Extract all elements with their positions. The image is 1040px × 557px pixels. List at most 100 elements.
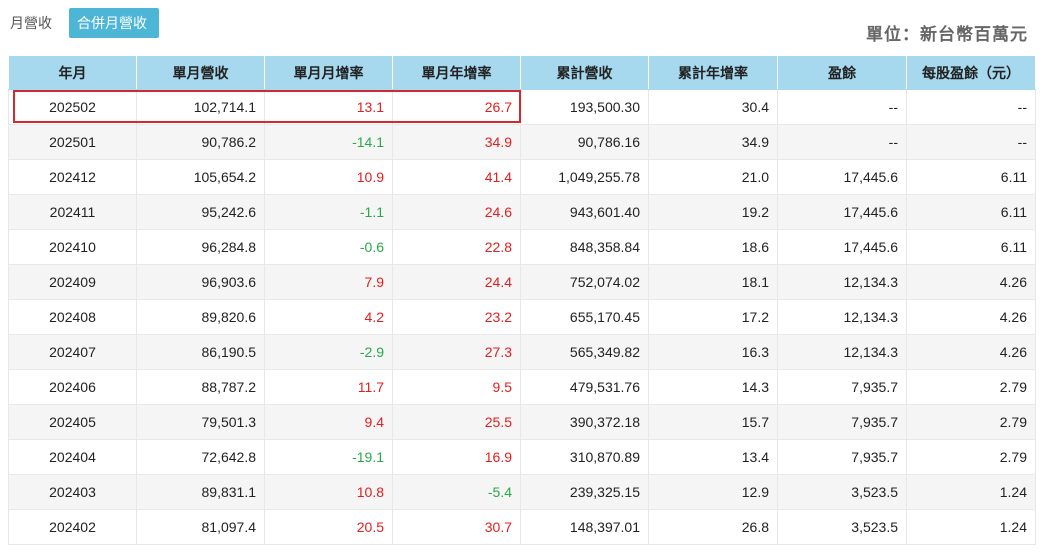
cell-yoy-growth: 23.2 bbox=[392, 299, 521, 335]
table-row: 202410 96,284.8 -0.6 22.8 848,358.84 18.6 17,4… bbox=[8, 229, 1036, 265]
cell-cumulative-revenue: 90,786.16 bbox=[520, 124, 649, 160]
cell-cumulative-yoy: 21.0 bbox=[648, 159, 778, 195]
cell-earnings: 17,445.6 bbox=[777, 194, 907, 230]
cell-earnings: 17,445.6 bbox=[777, 229, 907, 265]
cell-earnings: 12,134.3 bbox=[777, 264, 907, 300]
cell-eps: 6.11 bbox=[906, 194, 1036, 230]
cell-cumulative-revenue: 655,170.45 bbox=[520, 299, 649, 335]
col-header-mom-growth[interactable]: 單月月增率 bbox=[264, 55, 393, 90]
cell-cumulative-yoy: 13.4 bbox=[648, 439, 778, 475]
cell-cumulative-revenue: 310,870.89 bbox=[520, 439, 649, 475]
cell-year-month: 202403 bbox=[8, 474, 137, 510]
cell-mom-growth: -0.6 bbox=[264, 229, 393, 265]
col-header-monthly-revenue[interactable]: 單月營收 bbox=[136, 55, 265, 90]
cell-year-month: 202410 bbox=[8, 229, 137, 265]
cell-year-month: 202501 bbox=[8, 124, 137, 160]
cell-eps: -- bbox=[906, 89, 1036, 125]
cell-eps: 4.26 bbox=[906, 334, 1036, 370]
cell-earnings: 12,134.3 bbox=[777, 299, 907, 335]
table-row: 202412 105,654.2 10.9 41.4 1,049,255.78 21.0 1… bbox=[8, 159, 1036, 195]
cell-monthly-revenue: 81,097.4 bbox=[136, 509, 265, 545]
cell-cumulative-revenue: 239,325.15 bbox=[520, 474, 649, 510]
cell-monthly-revenue: 105,654.2 bbox=[136, 159, 265, 195]
cell-eps: 2.79 bbox=[906, 439, 1036, 475]
cell-yoy-growth: 41.4 bbox=[392, 159, 521, 195]
table-body: 202502 102,714.1 13.1 26.7 193,500.30 30.4 -- -… bbox=[8, 89, 1036, 545]
cell-cumulative-yoy: 12.9 bbox=[648, 474, 778, 510]
cell-earnings: 3,523.5 bbox=[777, 474, 907, 510]
cell-monthly-revenue: 88,787.2 bbox=[136, 369, 265, 405]
cell-monthly-revenue: 89,831.1 bbox=[136, 474, 265, 510]
cell-yoy-growth: 9.5 bbox=[392, 369, 521, 405]
table-row: 202403 89,831.1 10.8 -5.4 239,325.15 12.9 3,52… bbox=[8, 474, 1036, 510]
cell-earnings: 7,935.7 bbox=[777, 369, 907, 405]
table-row: 202409 96,903.6 7.9 24.4 752,074.02 18.1 12,13… bbox=[8, 264, 1036, 300]
table-row: 202408 89,820.6 4.2 23.2 655,170.45 17.2 12,13… bbox=[8, 299, 1036, 335]
unit-label: 單位：新台幣百萬元 bbox=[866, 25, 1028, 44]
cell-cumulative-yoy: 34.9 bbox=[648, 124, 778, 160]
cell-mom-growth: 10.8 bbox=[264, 474, 393, 510]
cell-eps: 6.11 bbox=[906, 229, 1036, 265]
table-row: 202411 95,242.6 -1.1 24.6 943,601.40 19.2 17,4… bbox=[8, 194, 1036, 230]
cell-mom-growth: -2.9 bbox=[264, 334, 393, 370]
cell-year-month: 202406 bbox=[8, 369, 137, 405]
cell-year-month: 202408 bbox=[8, 299, 137, 335]
cell-eps: 6.11 bbox=[906, 159, 1036, 195]
cell-yoy-growth: -5.4 bbox=[392, 474, 521, 510]
cell-year-month: 202411 bbox=[8, 194, 137, 230]
cell-earnings: -- bbox=[777, 124, 907, 160]
cell-yoy-growth: 22.8 bbox=[392, 229, 521, 265]
table-row: 202502 102,714.1 13.1 26.7 193,500.30 30.4 -- -… bbox=[8, 89, 1036, 125]
cell-eps: 2.79 bbox=[906, 404, 1036, 440]
col-header-eps[interactable]: 每股盈餘（元） bbox=[906, 55, 1036, 90]
cell-monthly-revenue: 79,501.3 bbox=[136, 404, 265, 440]
cell-year-month: 202404 bbox=[8, 439, 137, 475]
col-header-cumulative-revenue[interactable]: 累計營收 bbox=[520, 55, 649, 90]
cell-yoy-growth: 27.3 bbox=[392, 334, 521, 370]
cell-eps: 2.79 bbox=[906, 369, 1036, 405]
tab-monthly-revenue[interactable]: 月營收 bbox=[2, 8, 66, 38]
col-header-earnings[interactable]: 盈餘 bbox=[777, 55, 907, 90]
cell-eps: 4.26 bbox=[906, 299, 1036, 335]
cell-cumulative-yoy: 18.6 bbox=[648, 229, 778, 265]
cell-year-month: 202402 bbox=[8, 509, 137, 545]
col-header-year-month[interactable]: 年月 bbox=[8, 55, 137, 90]
cell-monthly-revenue: 96,903.6 bbox=[136, 264, 265, 300]
table-row: 202402 81,097.4 20.5 30.7 148,397.01 26.8 3,52… bbox=[8, 509, 1036, 545]
cell-monthly-revenue: 72,642.8 bbox=[136, 439, 265, 475]
cell-earnings: 12,134.3 bbox=[777, 334, 907, 370]
cell-earnings: -- bbox=[777, 89, 907, 125]
cell-cumulative-yoy: 18.1 bbox=[648, 264, 778, 300]
cell-monthly-revenue: 86,190.5 bbox=[136, 334, 265, 370]
cell-cumulative-revenue: 752,074.02 bbox=[520, 264, 649, 300]
cell-yoy-growth: 30.7 bbox=[392, 509, 521, 545]
cell-mom-growth: -1.1 bbox=[264, 194, 393, 230]
cell-cumulative-yoy: 19.2 bbox=[648, 194, 778, 230]
table-header-row: 年月 單月營收 單月月增率 單月年增率 累計營收 累計年增率 盈餘 每股盈餘（元… bbox=[8, 55, 1036, 90]
cell-monthly-revenue: 96,284.8 bbox=[136, 229, 265, 265]
cell-monthly-revenue: 90,786.2 bbox=[136, 124, 265, 160]
cell-mom-growth: 13.1 bbox=[264, 89, 393, 125]
cell-monthly-revenue: 89,820.6 bbox=[136, 299, 265, 335]
cell-monthly-revenue: 102,714.1 bbox=[136, 89, 265, 125]
cell-cumulative-yoy: 14.3 bbox=[648, 369, 778, 405]
table-row: 202406 88,787.2 11.7 9.5 479,531.76 14.3 7,935… bbox=[8, 369, 1036, 405]
table-row: 202405 79,501.3 9.4 25.5 390,372.18 15.7 7,935… bbox=[8, 404, 1036, 440]
cell-cumulative-revenue: 565,349.82 bbox=[520, 334, 649, 370]
cell-cumulative-yoy: 17.2 bbox=[648, 299, 778, 335]
cell-yoy-growth: 24.4 bbox=[392, 264, 521, 300]
cell-year-month: 202412 bbox=[8, 159, 137, 195]
cell-cumulative-yoy: 15.7 bbox=[648, 404, 778, 440]
tab-consolidated-monthly-revenue[interactable]: 合併月營收 bbox=[69, 8, 159, 38]
cell-cumulative-revenue: 1,049,255.78 bbox=[520, 159, 649, 195]
cell-earnings: 7,935.7 bbox=[777, 404, 907, 440]
cell-yoy-growth: 34.9 bbox=[392, 124, 521, 160]
cell-year-month: 202502 bbox=[8, 89, 137, 125]
col-header-yoy-growth[interactable]: 單月年增率 bbox=[392, 55, 521, 90]
cell-yoy-growth: 24.6 bbox=[392, 194, 521, 230]
table-row: 202404 72,642.8 -19.1 16.9 310,870.89 13.4 7,9… bbox=[8, 439, 1036, 475]
cell-earnings: 7,935.7 bbox=[777, 439, 907, 475]
cell-cumulative-revenue: 479,531.76 bbox=[520, 369, 649, 405]
col-header-cumulative-yoy[interactable]: 累計年增率 bbox=[648, 55, 778, 90]
cell-mom-growth: 7.9 bbox=[264, 264, 393, 300]
